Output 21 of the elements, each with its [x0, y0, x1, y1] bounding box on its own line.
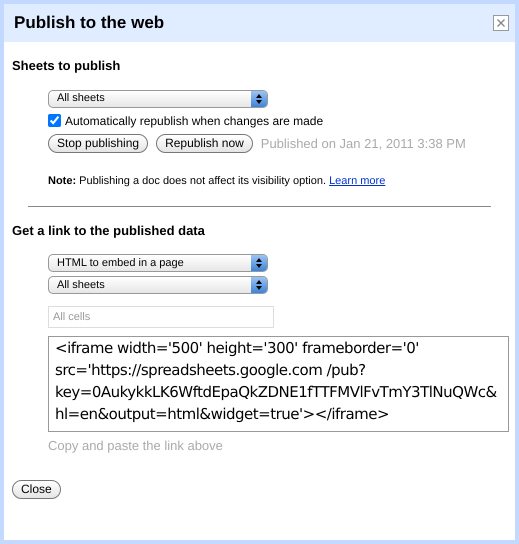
- dialog-title: Publish to the web: [14, 12, 164, 34]
- dropdown-arrows-icon: [256, 94, 262, 104]
- auto-republish-checkbox[interactable]: [48, 114, 61, 128]
- sheet-select[interactable]: All sheets: [48, 90, 268, 108]
- close-button[interactable]: Close: [12, 480, 61, 499]
- format-select[interactable]: HTML to embed in a page: [48, 254, 268, 272]
- learn-more-link[interactable]: Learn more: [329, 175, 386, 188]
- publish-button[interactable]: Stop publishing: [48, 134, 148, 153]
- checkbox-label: Automatically republish when changes are made: [65, 112, 324, 130]
- range-field[interactable]: All cells: [48, 306, 274, 328]
- dropdown-arrows-icon: [256, 258, 262, 268]
- sheet-select[interactable]: All sheets: [48, 276, 268, 294]
- close-icon[interactable]: [493, 15, 509, 31]
- embed-code-field[interactable]: <iframe width='500' height='300' frameborder='0' src='https://spreadsheets.google.com /pub?key=0AukykkLK6WftdEpaQkZDNE1fTTFMVlFvTmY3TlNuQWc&hl=en&output=html&widget=true'></iframe>: [48, 336, 509, 432]
- note-text: Note: Publishing a doc does not affect its visibility option. Learn more: [48, 174, 386, 190]
- publish-status: Published on Jan 21, 2011 3:38 PM: [260, 134, 466, 153]
- section-heading: Get a link to the published data: [12, 222, 206, 238]
- dropdown-arrows-icon: [256, 280, 262, 290]
- section-heading: Sheets to publish: [12, 58, 122, 74]
- publish-button[interactable]: Republish now: [156, 134, 253, 153]
- hint-text: Copy and paste the link above: [48, 437, 224, 456]
